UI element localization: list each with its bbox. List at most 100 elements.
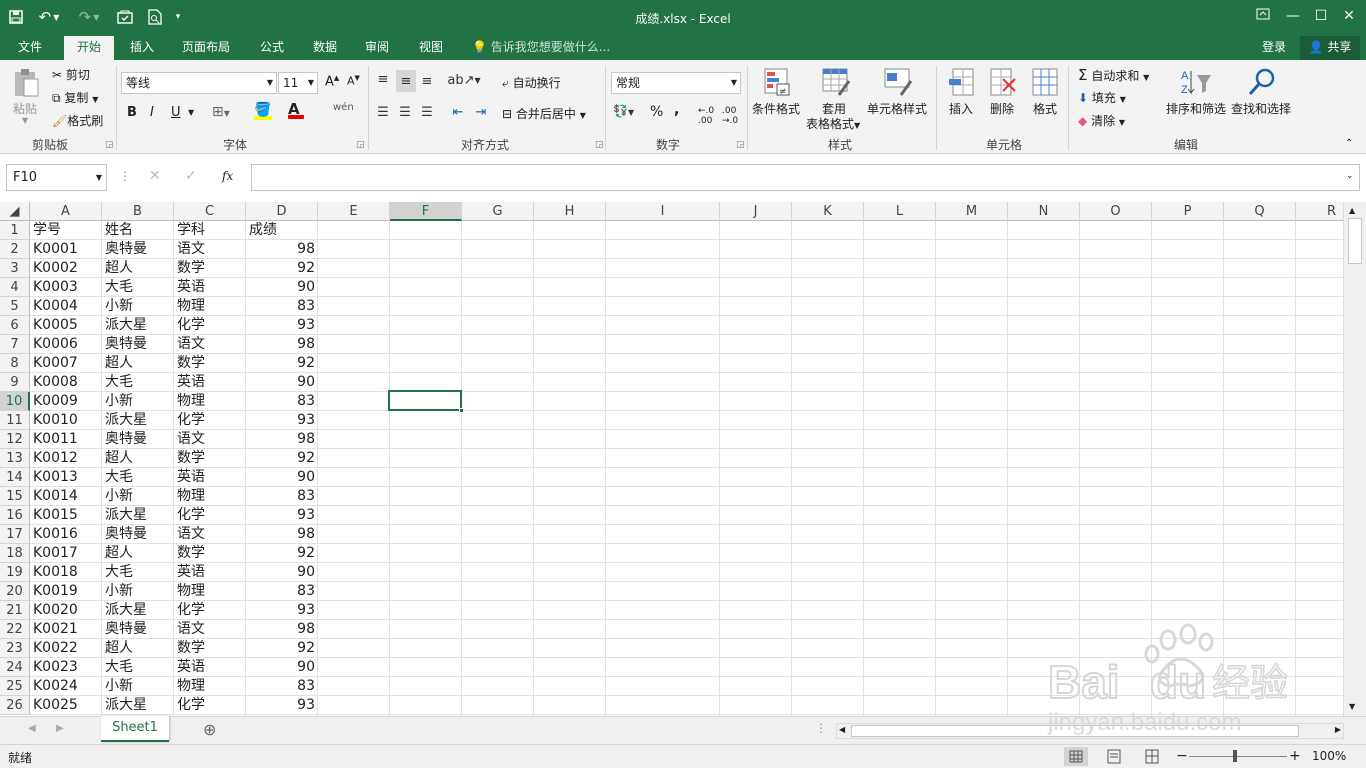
border-icon[interactable]: ⊞▼ — [212, 104, 230, 120]
cell-a2[interactable]: K0001 — [30, 240, 102, 259]
row-header-11[interactable]: 11 — [0, 411, 30, 430]
row-header-7[interactable]: 7 — [0, 335, 30, 354]
cell-d6[interactable]: 93 — [246, 316, 318, 335]
phonetic-icon[interactable]: wén — [333, 102, 354, 113]
row-header-5[interactable]: 5 — [0, 297, 30, 316]
bold-button[interactable]: B — [127, 105, 137, 120]
new-sheet-icon[interactable]: ⊕ — [203, 720, 216, 739]
cell-b6[interactable]: 派大星 — [102, 316, 174, 335]
grow-font-icon[interactable]: A▲ — [325, 74, 339, 89]
cell-d4[interactable]: 90 — [246, 278, 318, 297]
cell-a17[interactable]: K0016 — [30, 525, 102, 544]
autosum-button[interactable]: Σ 自动求和 ▼ — [1078, 66, 1149, 84]
cell-c19[interactable]: 英语 — [174, 563, 246, 582]
cell-c15[interactable]: 物理 — [174, 487, 246, 506]
select-all-corner[interactable]: ◢ — [0, 202, 30, 221]
cell-d9[interactable]: 90 — [246, 373, 318, 392]
align-center-icon[interactable]: ☰ — [396, 103, 414, 121]
cell-b22[interactable]: 奥特曼 — [102, 620, 174, 639]
zoom-slider[interactable] — [1189, 756, 1287, 757]
cell-b12[interactable]: 奥特曼 — [102, 430, 174, 449]
increase-indent-icon[interactable]: ⇥ — [471, 103, 491, 121]
column-header-b[interactable]: B — [102, 202, 174, 221]
column-header-a[interactable]: A — [30, 202, 102, 221]
cell-c12[interactable]: 语文 — [174, 430, 246, 449]
cell-b7[interactable]: 奥特曼 — [102, 335, 174, 354]
format-painter-button[interactable]: 🖌格式刷 — [52, 112, 103, 129]
row-header-21[interactable]: 21 — [0, 601, 30, 620]
font-color-icon[interactable]: A — [288, 100, 304, 119]
tab-insert[interactable]: 插入 — [120, 36, 164, 60]
cell-a10[interactable]: K0009 — [30, 392, 102, 411]
align-right-icon[interactable]: ☰ — [418, 103, 436, 121]
column-header-g[interactable]: G — [462, 202, 534, 221]
cell-b17[interactable]: 奥特曼 — [102, 525, 174, 544]
cell-a22[interactable]: K0021 — [30, 620, 102, 639]
cut-button[interactable]: ✂ 剪切 — [52, 66, 90, 83]
cell-a9[interactable]: K0008 — [30, 373, 102, 392]
maximize-button[interactable]: ☐ — [1307, 4, 1335, 28]
shrink-font-icon[interactable]: A▼ — [347, 74, 360, 88]
delete-cells-label[interactable]: 删除 — [990, 100, 1014, 117]
cell-a18[interactable]: K0017 — [30, 544, 102, 563]
scroll-down-icon[interactable]: ▼ — [1349, 702, 1355, 711]
cell-a7[interactable]: K0006 — [30, 335, 102, 354]
tab-review[interactable]: 审阅 — [355, 36, 399, 60]
column-header-j[interactable]: J — [720, 202, 792, 221]
font-launcher-icon[interactable]: ◲ — [356, 140, 365, 150]
align-bottom-icon[interactable]: ≡ — [418, 72, 436, 90]
cell-c7[interactable]: 语文 — [174, 335, 246, 354]
zoom-slider-thumb[interactable] — [1233, 750, 1237, 762]
column-header-e[interactable]: E — [318, 202, 390, 221]
conditional-format-label[interactable]: 条件格式 — [752, 100, 800, 117]
row-header-9[interactable]: 9 — [0, 373, 30, 392]
cell-a14[interactable]: K0013 — [30, 468, 102, 487]
column-header-q[interactable]: Q — [1224, 202, 1296, 221]
align-middle-icon[interactable]: ≡ — [396, 70, 416, 92]
cell-a1[interactable]: 学号 — [30, 221, 102, 240]
cell-c26[interactable]: 化学 — [174, 696, 246, 715]
increase-decimal-icon[interactable]: ←.0.00 — [698, 106, 714, 126]
paste-icon[interactable] — [10, 66, 42, 100]
cell-b24[interactable]: 大毛 — [102, 658, 174, 677]
cell-b16[interactable]: 派大星 — [102, 506, 174, 525]
row-header-15[interactable]: 15 — [0, 487, 30, 506]
cell-d7[interactable]: 98 — [246, 335, 318, 354]
cell-d18[interactable]: 92 — [246, 544, 318, 563]
ribbon-display-icon[interactable] — [1249, 4, 1277, 28]
cell-b2[interactable]: 奥特曼 — [102, 240, 174, 259]
row-header-20[interactable]: 20 — [0, 582, 30, 601]
row-header-12[interactable]: 12 — [0, 430, 30, 449]
row-header-14[interactable]: 14 — [0, 468, 30, 487]
cell-d25[interactable]: 83 — [246, 677, 318, 696]
italic-button[interactable]: I — [150, 105, 154, 120]
cell-a13[interactable]: K0012 — [30, 449, 102, 468]
cell-b25[interactable]: 小新 — [102, 677, 174, 696]
minimize-button[interactable]: — — [1279, 4, 1307, 28]
conditional-format-icon[interactable]: ≠ — [762, 66, 792, 98]
zoom-level[interactable]: 100% — [1312, 749, 1346, 763]
page-layout-view-icon[interactable] — [1102, 747, 1126, 766]
tab-home[interactable]: 开始 — [64, 36, 114, 60]
cell-b11[interactable]: 派大星 — [102, 411, 174, 430]
normal-view-icon[interactable] — [1064, 747, 1088, 766]
cell-c20[interactable]: 物理 — [174, 582, 246, 601]
cell-c8[interactable]: 数学 — [174, 354, 246, 373]
merge-center-button[interactable]: ⊟ 合并后居中 ▼ — [502, 105, 586, 122]
cell-c24[interactable]: 英语 — [174, 658, 246, 677]
cell-d2[interactable]: 98 — [246, 240, 318, 259]
underline-dropdown-icon[interactable]: ▼ — [188, 108, 194, 117]
cell-c18[interactable]: 数学 — [174, 544, 246, 563]
tab-page-layout[interactable]: 页面布局 — [172, 36, 240, 60]
paste-label[interactable]: 粘贴 — [13, 100, 37, 117]
collapse-ribbon-icon[interactable]: ⌃ — [1345, 138, 1353, 149]
expand-formula-icon[interactable]: ⌄ — [1346, 171, 1354, 181]
column-header-h[interactable]: H — [534, 202, 606, 221]
row-header-3[interactable]: 3 — [0, 259, 30, 278]
cell-d20[interactable]: 83 — [246, 582, 318, 601]
cell-d23[interactable]: 92 — [246, 639, 318, 658]
cell-a4[interactable]: K0003 — [30, 278, 102, 297]
cell-a3[interactable]: K0002 — [30, 259, 102, 278]
insert-cells-label[interactable]: 插入 — [949, 100, 973, 117]
cell-d14[interactable]: 90 — [246, 468, 318, 487]
